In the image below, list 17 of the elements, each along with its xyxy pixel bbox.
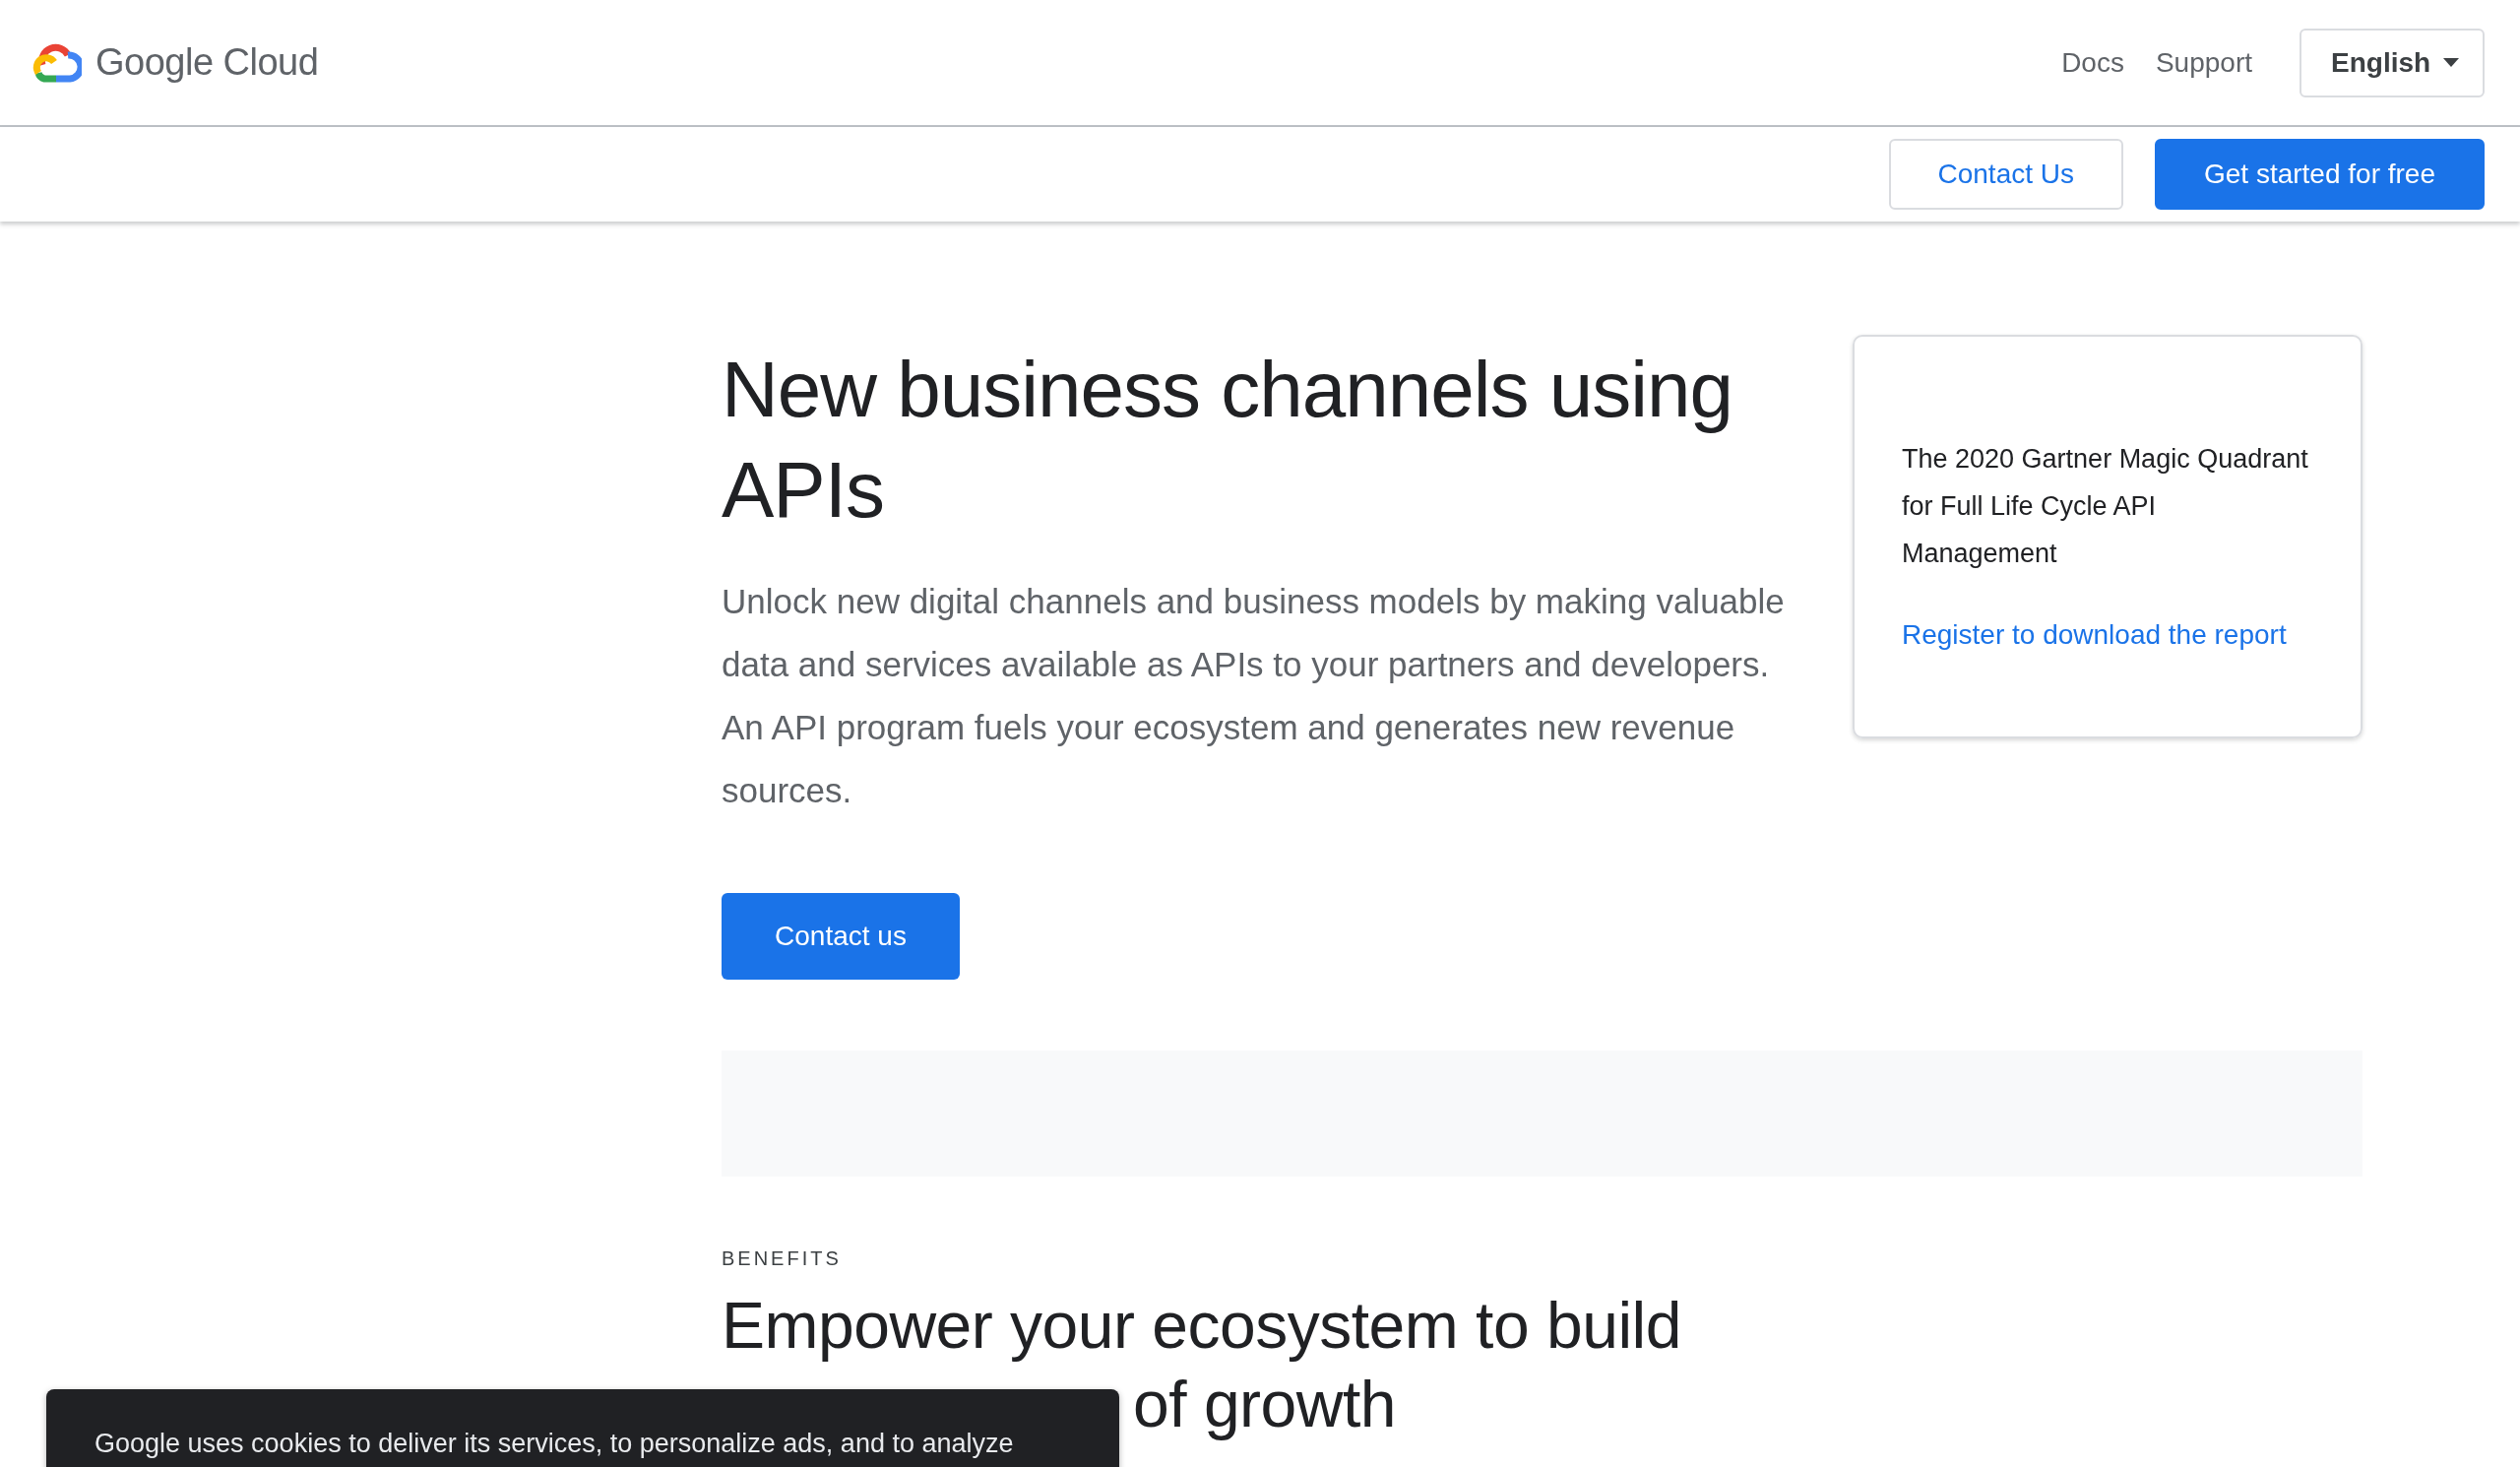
section-heading: Empower your ecosystem to build	[722, 1288, 1682, 1364]
section-eyebrow: BENEFITS	[722, 1247, 843, 1270]
get-started-button[interactable]: Get started for free	[2155, 139, 2485, 210]
nav-link[interactable]: Support	[2155, 46, 2252, 79]
language-dropdown[interactable]: English	[2300, 28, 2485, 97]
hero-title: New business channels using APIs	[722, 345, 1733, 536]
report-title: The 2020 Gartner Magic Quadrant for Full Life Cycle API Management	[1902, 443, 2309, 570]
caret-icon	[2443, 57, 2459, 68]
contact-button[interactable]: Contact Us	[1888, 139, 2123, 210]
section-heading: of growth	[1133, 1367, 1397, 1442]
logo-text[interactable]: Google Cloud	[95, 41, 319, 84]
nav-link[interactable]: Docs	[2061, 46, 2124, 79]
hero-description: Unlock new digital channels and business models by making valuable data and services available as APIs to your partners and developers. An API program fuels your ecosystem and generates new revenue sources.	[722, 581, 1785, 811]
cloud-logo-icon	[32, 42, 82, 83]
cookie-text: Google uses cookies to deliver its services, to personalize ads, and to analyze	[94, 1429, 1015, 1459]
contact-button[interactable]: Contact us	[722, 893, 960, 980]
register-link[interactable]: Register to download the report	[1902, 616, 2315, 653]
